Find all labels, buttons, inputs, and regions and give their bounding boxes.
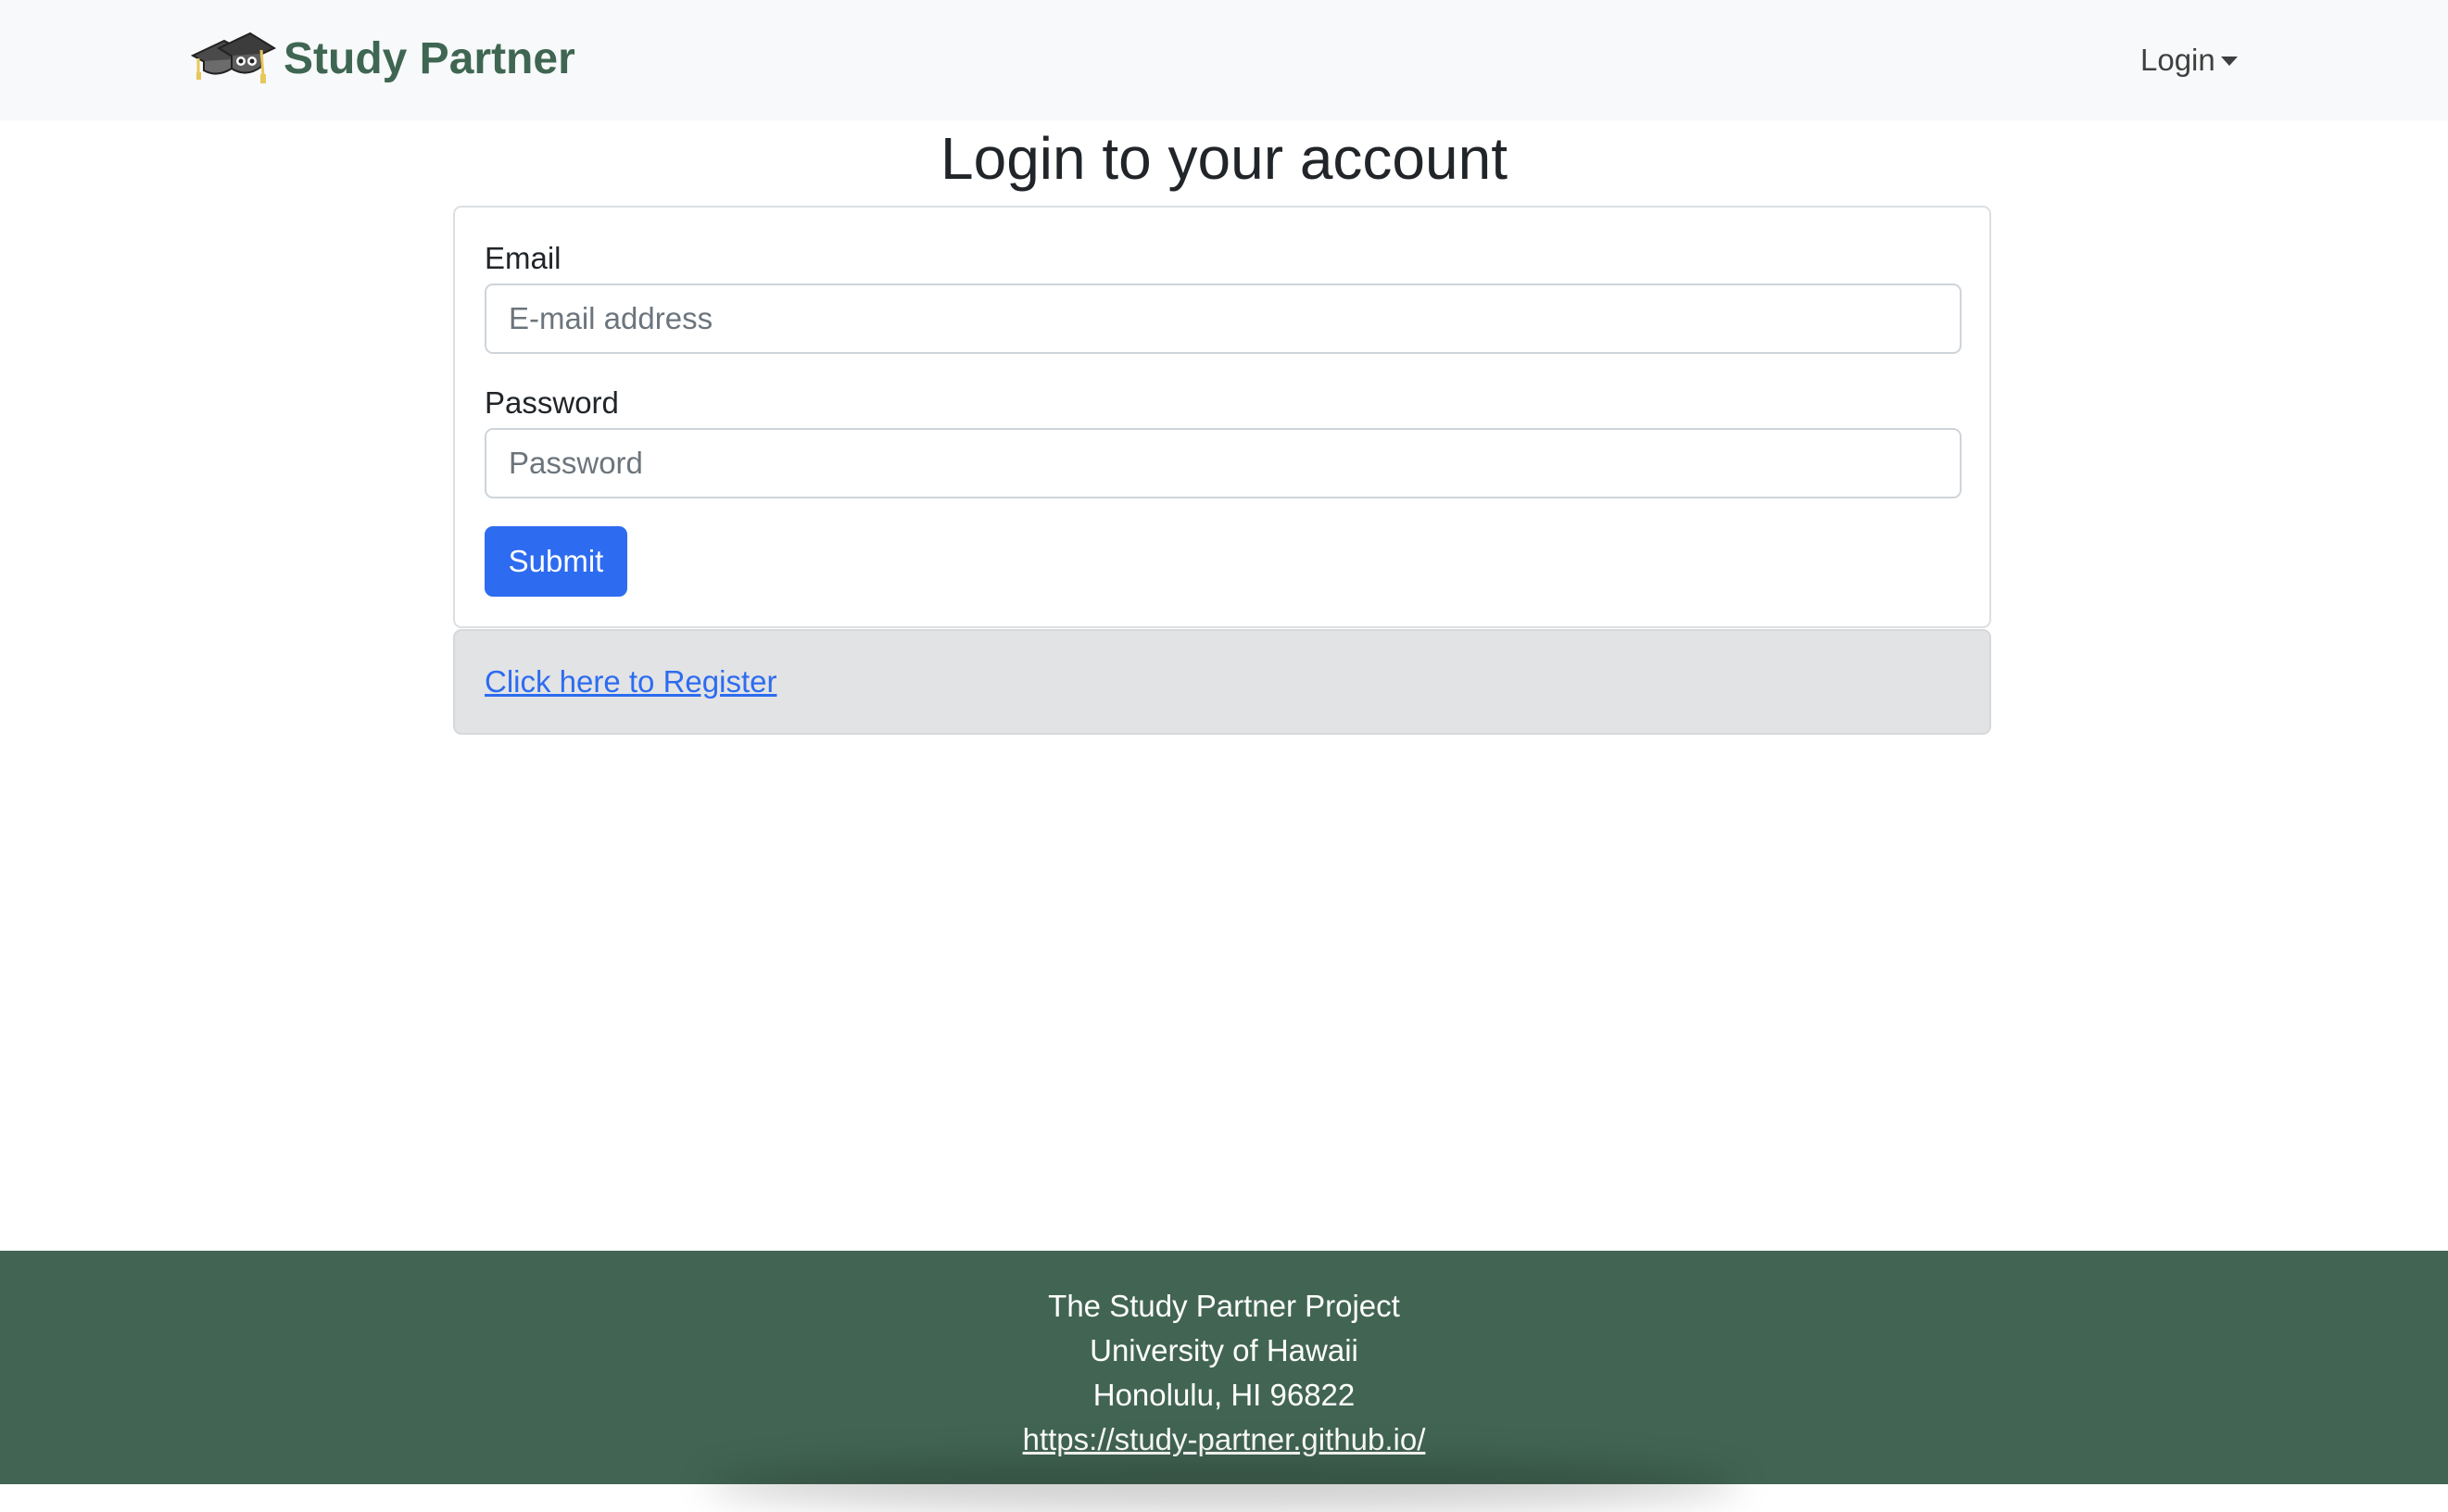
- password-label: Password: [485, 385, 619, 420]
- page-title: Login to your account: [940, 125, 1508, 192]
- email-field[interactable]: [485, 284, 1962, 354]
- brand-name: Study Partner: [284, 33, 575, 83]
- register-panel: Click here to Register: [453, 629, 1991, 735]
- footer-shadow: [704, 1456, 1742, 1512]
- footer-university: University of Hawaii: [1090, 1333, 1358, 1367]
- footer-website-link[interactable]: https://study-partner.github.io/: [1023, 1422, 1426, 1456]
- footer-content: The Study Partner Project University of …: [0, 1284, 2448, 1462]
- graduation-cap-logo-icon: [191, 32, 276, 83]
- brand-link[interactable]: Study Partner: [191, 26, 575, 91]
- register-link[interactable]: Click here to Register: [485, 664, 776, 699]
- navbar: Study Partner Login: [0, 0, 2448, 120]
- email-label: Email: [485, 241, 562, 275]
- footer-address: Honolulu, HI 96822: [1092, 1378, 1356, 1412]
- footer-project-name: The Study Partner Project: [1048, 1289, 1400, 1323]
- login-dropdown-label: Login: [2140, 43, 2215, 77]
- password-field[interactable]: [485, 428, 1962, 498]
- login-form: Email Password Submit: [453, 206, 1991, 628]
- footer: The Study Partner Project University of …: [0, 1251, 2448, 1512]
- caret-down-icon: [2220, 57, 2238, 66]
- submit-button[interactable]: Submit: [485, 526, 627, 597]
- login-dropdown-toggle[interactable]: Login: [2140, 37, 2238, 83]
